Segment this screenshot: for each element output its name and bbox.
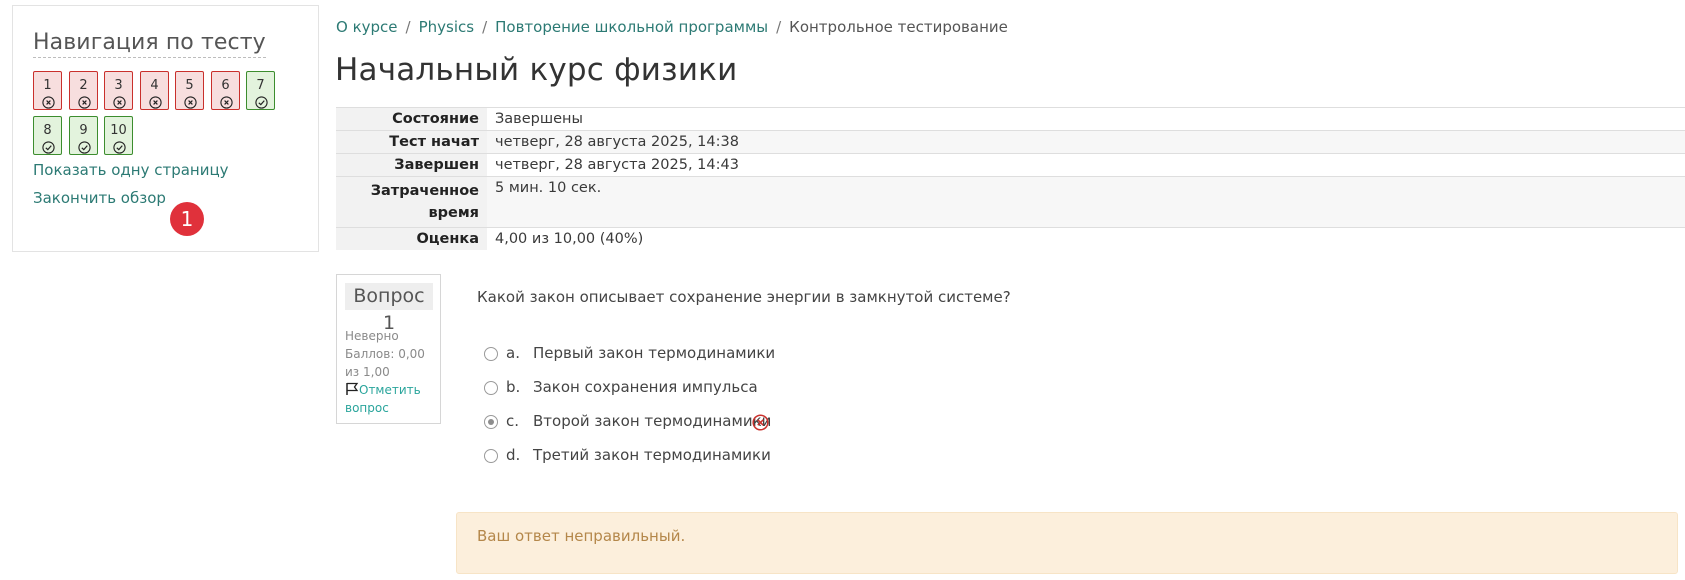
question-nav-button-3[interactable]: 3	[104, 71, 133, 110]
summary-row-time-taken: Затраченное время 5 мин. 10 сек.	[336, 176, 1685, 228]
summary-value: четверг, 28 августа 2025, 14:43	[495, 157, 739, 173]
attempt-summary-table: Состояние Завершены Тест начат четверг, …	[336, 107, 1685, 250]
x-circle-icon	[184, 96, 197, 109]
question-nav-number: 8	[43, 123, 52, 138]
feedback-text: Ваш ответ неправильный.	[477, 527, 686, 545]
x-circle-icon	[78, 96, 91, 109]
summary-row-started: Тест начат четверг, 28 августа 2025, 14:…	[336, 130, 1685, 154]
x-circle-icon	[113, 96, 126, 109]
breadcrumb: О курсе / Physics / Повторение школьной прог…	[336, 18, 1008, 36]
breadcrumb-item-review[interactable]: Повторение школьной программы	[495, 18, 768, 36]
answer-radio[interactable]	[484, 381, 498, 395]
x-circle-icon	[42, 96, 55, 109]
page-title: Начальный курс физики	[335, 52, 738, 88]
question-status: Неверно	[345, 329, 399, 343]
quiz-navigation-block: Навигация по тесту 1 2 3 4 5 6 7 8 9 10 Показать …	[12, 5, 319, 252]
question-nav-button-1[interactable]: 1	[33, 71, 62, 110]
summary-value: Завершены	[495, 111, 583, 127]
question-nav-number: 4	[150, 78, 159, 93]
summary-value: 4,00 из 10,00 (40%)	[495, 231, 644, 247]
question-nav-button-9[interactable]: 9	[69, 116, 98, 155]
question-nav-number: 2	[79, 78, 88, 93]
question-number: Вопрос 1	[345, 283, 433, 334]
flag-icon	[346, 382, 359, 395]
question-nav-number: 9	[79, 123, 88, 138]
question-nav-button-2[interactable]: 2	[69, 71, 98, 110]
check-circle-icon	[113, 141, 126, 154]
notification-badge: 1	[170, 202, 204, 236]
flag-question-link[interactable]: Отметить вопрос	[345, 381, 437, 417]
summary-key: Тест начат	[336, 130, 487, 154]
breadcrumb-separator: /	[405, 18, 411, 36]
breadcrumb-item-physics[interactable]: Physics	[419, 18, 474, 36]
question-nav-number: 6	[221, 78, 230, 93]
breadcrumb-item-about[interactable]: О курсе	[336, 18, 398, 36]
feedback-box: Ваш ответ неправильный.	[456, 512, 1678, 574]
finish-review-link[interactable]: Закончить обзор	[33, 189, 166, 207]
summary-key: Завершен	[336, 153, 487, 177]
check-circle-icon	[42, 141, 55, 154]
question-text: Какой закон описывает сохранение энергии…	[477, 288, 1011, 306]
answer-letter: a.	[506, 344, 520, 362]
answer-letter: d.	[506, 446, 521, 464]
answer-text: Первый закон термодинамики	[533, 344, 776, 362]
summary-row-completed: Завершен четверг, 28 августа 2025, 14:43	[336, 153, 1685, 177]
x-circle-icon	[752, 414, 769, 431]
x-circle-icon	[220, 96, 233, 109]
check-circle-icon	[255, 96, 268, 109]
question-nav-button-4[interactable]: 4	[140, 71, 169, 110]
summary-value: четверг, 28 августа 2025, 14:38	[487, 130, 1685, 154]
x-circle-icon	[149, 96, 162, 109]
summary-key: Оценка	[336, 227, 487, 250]
question-nav-number: 10	[110, 123, 127, 138]
summary-key: Состояние	[336, 107, 487, 131]
answer-text: Закон сохранения импульса	[533, 378, 758, 396]
breadcrumb-separator: /	[482, 18, 488, 36]
answer-text: Второй закон термодинамики	[533, 412, 772, 430]
nav-title: Навигация по тесту	[33, 30, 266, 58]
summary-value: 5 мин. 10 сек.	[487, 176, 1685, 228]
answer-radio[interactable]	[484, 347, 498, 361]
question-nav-button-8[interactable]: 8	[33, 116, 62, 155]
question-nav-number: 5	[185, 78, 194, 93]
answer-radio-selected[interactable]	[484, 415, 498, 429]
summary-row-grade: Оценка 4,00 из 10,00 (40%)	[336, 227, 1685, 250]
question-nav-number: 3	[114, 78, 123, 93]
question-nav-number: 7	[256, 78, 265, 93]
question-meta: Неверно Баллов: 0,00 из 1,00	[345, 327, 437, 381]
question-nav-button-7[interactable]: 7	[246, 71, 275, 110]
question-score: Баллов: 0,00 из 1,00	[345, 347, 425, 379]
question-nav-button-6[interactable]: 6	[211, 71, 240, 110]
breadcrumb-separator: /	[776, 18, 782, 36]
check-circle-icon	[78, 141, 91, 154]
question-nav-button-10[interactable]: 10	[104, 116, 133, 155]
question-info-box: Вопрос 1 Неверно Баллов: 0,00 из 1,00 От…	[336, 274, 441, 424]
summary-row-state: Состояние Завершены	[336, 107, 1685, 131]
answer-letter: b.	[506, 378, 521, 396]
show-one-page-link[interactable]: Показать одну страницу	[33, 161, 229, 179]
breadcrumb-item-current: Контрольное тестирование	[789, 18, 1008, 36]
answer-text: Третий закон термодинамики	[533, 446, 771, 464]
answer-letter: c.	[506, 412, 520, 430]
question-nav-button-5[interactable]: 5	[175, 71, 204, 110]
answer-radio[interactable]	[484, 449, 498, 463]
question-nav-number: 1	[43, 78, 52, 93]
summary-key: Затраченное время	[336, 176, 487, 228]
